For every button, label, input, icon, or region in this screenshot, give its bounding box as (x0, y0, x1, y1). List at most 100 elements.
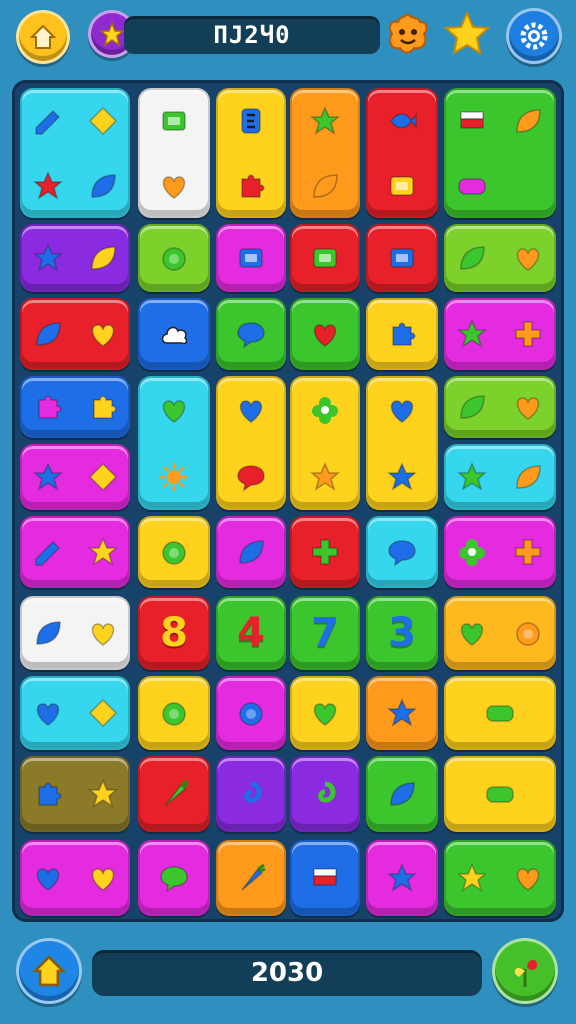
game-tile[interactable] (290, 298, 360, 370)
bottom-home-button[interactable] (16, 938, 82, 1004)
leaf-icon (33, 319, 63, 353)
home-button[interactable] (16, 10, 70, 64)
heart-icon (88, 863, 118, 897)
game-tile[interactable] (20, 376, 130, 438)
cloud-icon (159, 319, 189, 353)
bonus-button[interactable] (492, 938, 558, 1004)
game-tile[interactable]: 7 (290, 596, 360, 670)
heart-icon (310, 698, 340, 732)
swirl-icon (310, 779, 340, 813)
game-tile[interactable] (290, 88, 360, 218)
heart-icon (310, 319, 340, 353)
game-tile[interactable] (444, 596, 556, 670)
game-tile[interactable] (20, 596, 130, 670)
game-tile[interactable] (216, 376, 286, 510)
game-tile[interactable] (366, 224, 438, 292)
game-tile[interactable] (20, 840, 130, 916)
orange-icon (159, 243, 189, 277)
tile-number: 7 (311, 610, 339, 656)
game-tile[interactable] (216, 88, 286, 218)
game-tile[interactable] (138, 756, 210, 832)
game-tile[interactable] (216, 516, 286, 588)
game-tile[interactable]: 8 (138, 596, 210, 670)
game-tile[interactable] (138, 840, 210, 916)
game-tile[interactable] (138, 88, 210, 218)
sign-icon (457, 171, 487, 205)
star-icon (456, 319, 488, 353)
leaf-icon (88, 171, 118, 205)
game-tile[interactable] (290, 840, 360, 916)
game-tile[interactable] (138, 516, 210, 588)
game-tile[interactable] (216, 676, 286, 750)
leaf-icon (457, 243, 487, 277)
game-tile[interactable] (366, 676, 438, 750)
tile-number: 4 (237, 610, 265, 656)
game-tile[interactable] (444, 298, 556, 370)
swirl-icon (236, 779, 266, 813)
game-tile[interactable] (216, 224, 286, 292)
puzzle-icon (236, 171, 266, 205)
game-tile[interactable] (20, 756, 130, 832)
game-tile[interactable] (138, 376, 210, 510)
game-tile[interactable] (366, 840, 438, 916)
settings-button[interactable] (506, 8, 562, 64)
star-icon (99, 21, 125, 47)
game-tile[interactable] (290, 376, 360, 510)
leaf-icon (457, 392, 487, 426)
game-tile[interactable] (444, 224, 556, 292)
leaf-icon (387, 779, 417, 813)
game-tile[interactable] (366, 756, 438, 832)
game-tile[interactable] (444, 376, 556, 438)
game-tile[interactable] (20, 224, 130, 292)
tv-icon (387, 243, 417, 277)
game-tile[interactable] (444, 516, 556, 588)
game-tile[interactable] (290, 756, 360, 832)
tag-icon (33, 537, 63, 571)
apple-icon (513, 618, 543, 652)
game-tile[interactable] (444, 840, 556, 916)
flower-icon (457, 537, 487, 571)
bread-icon (485, 779, 515, 813)
game-tile[interactable] (444, 756, 556, 832)
game-tile[interactable] (366, 376, 438, 510)
star-icon (386, 698, 418, 732)
game-tile[interactable] (444, 444, 556, 510)
game-tile[interactable] (20, 298, 130, 370)
game-tile[interactable] (20, 88, 130, 218)
game-tile[interactable] (138, 298, 210, 370)
tile-number: 8 (160, 610, 188, 656)
game-tile[interactable] (290, 676, 360, 750)
flag-icon (457, 106, 487, 140)
game-tile[interactable] (20, 676, 130, 750)
letter-e-icon (236, 106, 266, 140)
game-board: 8 47 3 (12, 80, 564, 922)
game-tile[interactable]: 3 (366, 596, 438, 670)
game-tile[interactable] (444, 88, 556, 218)
leaf-icon (513, 106, 543, 140)
flower-icon (310, 395, 340, 429)
game-tile[interactable]: 4 (216, 596, 286, 670)
game-tile[interactable] (138, 224, 210, 292)
game-tile[interactable] (138, 676, 210, 750)
game-tile[interactable] (366, 516, 438, 588)
game-tile[interactable] (20, 516, 130, 588)
puzzle-icon (33, 392, 63, 426)
game-tile[interactable] (216, 840, 286, 916)
game-tile[interactable] (290, 516, 360, 588)
star-icon (32, 462, 63, 496)
magnifier-icon (159, 537, 189, 571)
plus-icon (513, 319, 543, 353)
game-tile[interactable] (290, 224, 360, 292)
game-tile[interactable] (366, 298, 438, 370)
puzzle-icon (33, 779, 63, 813)
box-icon (387, 171, 417, 205)
tile-number: 3 (388, 610, 416, 656)
game-tile[interactable] (216, 756, 286, 832)
score-display: ПJ2Ч0 (124, 16, 380, 54)
star-icon (309, 461, 341, 496)
game-tile[interactable] (444, 676, 556, 750)
star-icon (386, 863, 418, 897)
game-tile[interactable] (20, 444, 130, 510)
game-tile[interactable] (366, 88, 438, 218)
game-tile[interactable] (216, 298, 286, 370)
